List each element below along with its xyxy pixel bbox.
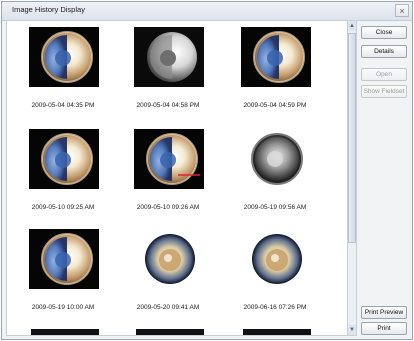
thumbnail-partial[interactable] <box>31 329 99 335</box>
open-button[interactable]: Open <box>361 68 407 81</box>
scroll-down-icon[interactable]: ▼ <box>348 325 356 335</box>
thumbnail-timestamp: 2009-05-04 04:59 PM <box>243 102 307 109</box>
thumbnail-image[interactable] <box>29 229 99 289</box>
print-preview-button[interactable]: Print Preview <box>361 306 407 319</box>
thumbnail-timestamp: 2009-05-04 04:58 PM <box>136 102 200 109</box>
title-bar[interactable]: Image History Display × <box>2 2 412 21</box>
details-button[interactable]: Details <box>361 45 407 58</box>
thumbnail-image[interactable] <box>134 27 204 87</box>
thumbnail-timestamp: 2009-05-10 09:26 AM <box>136 204 200 211</box>
thumbnail-image[interactable] <box>29 129 99 189</box>
thumbnail-item[interactable]: 2009-05-04 04:58 PM <box>118 27 218 127</box>
thumbnail-image[interactable] <box>241 27 311 87</box>
thumbnail-item[interactable]: 2009-05-04 04:59 PM <box>225 27 325 127</box>
thumbnail-item[interactable]: 2009-05-10 09:25 AM <box>13 129 113 229</box>
thumbnail-gallery: 2009-05-04 04:35 PM 2009-05-04 04:58 PM … <box>6 20 349 336</box>
thumbnail-timestamp: 2009-05-19 09:56 AM <box>243 204 307 211</box>
thumbnail-image[interactable] <box>241 229 311 289</box>
scroll-up-icon[interactable]: ▲ <box>348 21 356 31</box>
thumbnail-item[interactable]: 2009-06-16 07:26 PM <box>225 229 325 329</box>
thumbnail-timestamp: 2009-05-19 10:00 AM <box>31 304 95 311</box>
print-button[interactable]: Print <box>361 322 407 335</box>
close-button[interactable]: Close <box>361 26 407 39</box>
scroll-thumb[interactable] <box>348 33 356 243</box>
thumbnail-partial[interactable] <box>243 329 311 335</box>
thumbnail-item[interactable]: 2009-05-19 09:56 AM <box>225 129 325 229</box>
vertical-scrollbar[interactable]: ▲ ▼ <box>347 20 357 336</box>
thumbnail-item[interactable]: 2009-05-10 09:26 AM <box>118 129 218 229</box>
thumbnail-image[interactable] <box>29 27 99 87</box>
thumbnail-timestamp: 2009-05-10 09:25 AM <box>31 204 95 211</box>
thumbnail-timestamp: 2009-05-20 09:41 AM <box>136 304 200 311</box>
thumbnail-item[interactable]: 2009-05-04 04:35 PM <box>13 27 113 127</box>
window-title: Image History Display <box>12 5 85 14</box>
thumbnail-image[interactable] <box>134 229 204 289</box>
thumbnail-image[interactable] <box>241 129 311 189</box>
thumbnail-partial[interactable] <box>136 329 204 335</box>
thumbnail-timestamp: 2009-05-04 04:35 PM <box>31 102 95 109</box>
thumbnail-item[interactable]: 2009-05-20 09:41 AM <box>118 229 218 329</box>
thumbnail-image[interactable] <box>134 129 204 189</box>
thumbnail-item[interactable]: 2009-05-19 10:00 AM <box>13 229 113 329</box>
show-fieldset-button[interactable]: Show Fieldset <box>361 85 407 98</box>
thumbnail-timestamp: 2009-06-16 07:26 PM <box>243 304 307 311</box>
window-close-icon[interactable]: × <box>395 4 409 17</box>
